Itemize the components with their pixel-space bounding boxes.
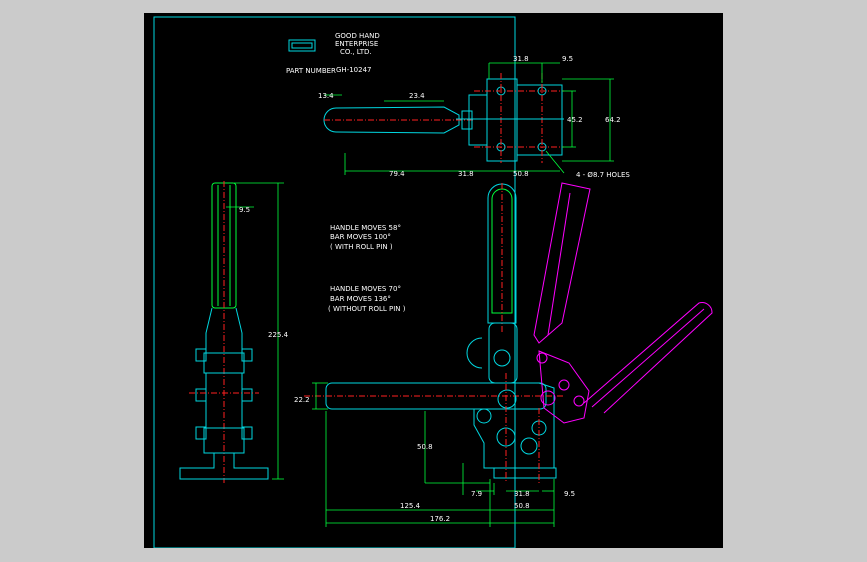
note-bar-136: BAR MOVES 136° [330, 295, 391, 303]
dim-13-4: 13.4 [318, 92, 334, 100]
title-block: GOOD HAND ENTERPRISE CO., LTD. PART NUMB… [286, 32, 380, 75]
note-with-roll-pin: ( WITH ROLL PIN ) [330, 243, 393, 251]
dim-50-8-top: 50.8 [513, 170, 529, 178]
cad-viewport[interactable]: GOOD HAND ENTERPRISE CO., LTD. PART NUMB… [144, 13, 723, 548]
front-view-dimensions: 22.2 50.8 7.9 31.8 9.5 125.4 50.8 176.2 [294, 382, 575, 527]
note-handle-70: HANDLE MOVES 70° [330, 285, 401, 293]
dim-side-9-5: 9.5 [239, 206, 250, 214]
part-number-label: PART NUMBER [286, 67, 336, 75]
company-name-line1: GOOD HAND [335, 32, 380, 40]
dim-31-8-top: 31.8 [513, 55, 529, 63]
dim-holes: 4 - Ø8.7 HOLES [576, 171, 630, 179]
front-view-open-positions [533, 182, 713, 424]
dim-45-2: 45.2 [567, 116, 583, 124]
dim-50-8-vertical: 50.8 [417, 443, 433, 451]
dim-31-8-bottom: 31.8 [458, 170, 474, 178]
company-logo [288, 39, 316, 52]
note-handle-58: HANDLE MOVES 58° [330, 224, 401, 232]
dim-125-4: 125.4 [400, 502, 421, 510]
dim-front-50-8: 50.8 [514, 502, 530, 510]
drawing-canvas: GOOD HAND ENTERPRISE CO., LTD. PART NUMB… [153, 16, 713, 548]
top-view [323, 73, 564, 163]
dim-front-9-5: 9.5 [564, 490, 575, 498]
dim-9-5-top: 9.5 [562, 55, 573, 63]
dim-23-4: 23.4 [409, 92, 425, 100]
dim-22-2: 22.2 [294, 396, 310, 404]
dim-front-31-8: 31.8 [514, 490, 530, 498]
company-name-line2: ENTERPRISE [335, 40, 378, 48]
note-without-roll-pin: ( WITHOUT ROLL PIN ) [328, 305, 406, 313]
dim-7-9: 7.9 [471, 490, 482, 498]
dim-64-2: 64.2 [605, 116, 621, 124]
dim-176-2: 176.2 [430, 515, 450, 523]
side-view: 9.5 225.4 [179, 181, 289, 483]
part-number: GH-10247 [336, 66, 371, 74]
dim-225-4: 225.4 [268, 331, 289, 339]
company-name-line3: CO., LTD. [340, 48, 372, 56]
motion-notes: HANDLE MOVES 58° BAR MOVES 100° ( WITH R… [328, 224, 406, 313]
note-bar-100: BAR MOVES 100° [330, 233, 391, 241]
dim-79-4: 79.4 [389, 170, 405, 178]
